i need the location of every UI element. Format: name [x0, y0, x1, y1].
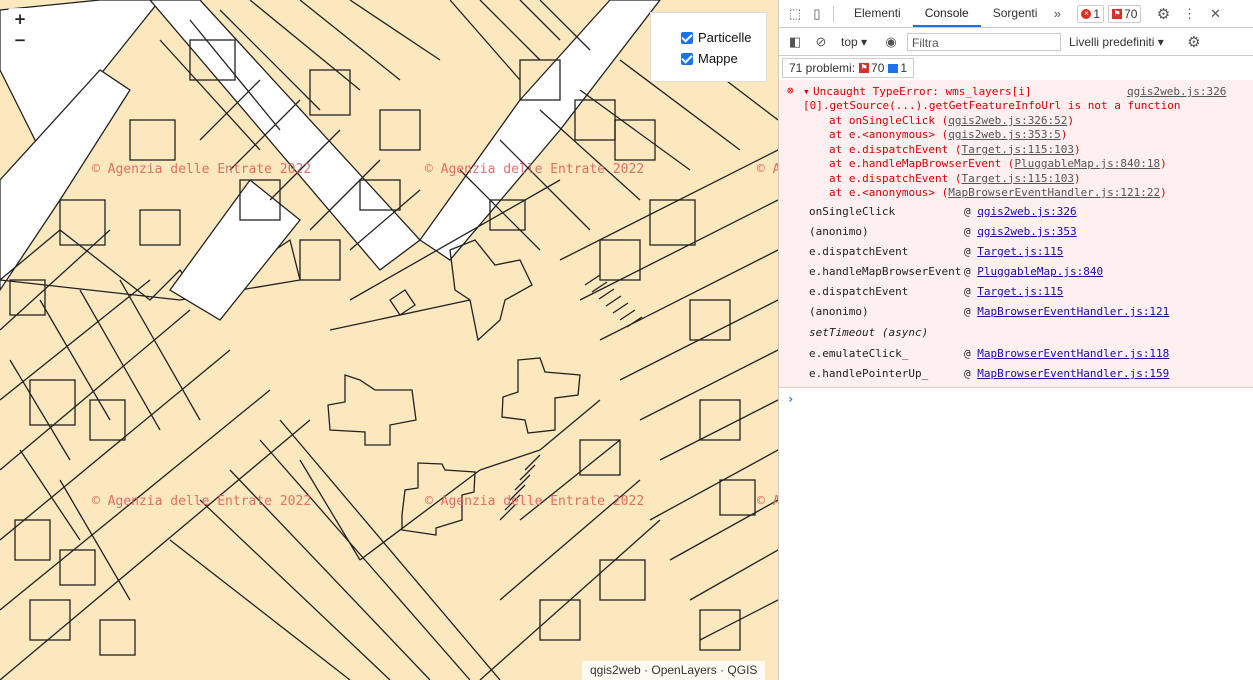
- watermark: © Agenzia delle Entrate 2022: [757, 494, 778, 509]
- stack-source-link[interactable]: @ qgis2web.js:326: [964, 205, 1077, 218]
- stack-function: e.dispatchEvent: [809, 245, 909, 258]
- console-settings-icon[interactable]: ⚙: [1186, 34, 1202, 51]
- stack-source-link[interactable]: @ MapBrowserEventHandler.js:159: [964, 367, 1169, 380]
- error-icon: ×: [1081, 8, 1092, 19]
- expand-arrow-icon[interactable]: ▾: [803, 85, 810, 98]
- stack-function: e.handleMapBrowserEvent: [809, 265, 962, 278]
- stack-trace-line: at e.handleMapBrowserEvent (PluggableMap…: [829, 157, 1167, 171]
- watermark: © Agenzia delle Entrate 2022: [425, 494, 645, 509]
- eye-icon[interactable]: ◉: [883, 34, 899, 50]
- stack-function: onSingleClick: [809, 205, 896, 218]
- stack-source-link[interactable]: @ qgis2web.js:353: [964, 225, 1077, 238]
- sidebar-toggle-icon[interactable]: ◧: [787, 34, 803, 50]
- map-attribution[interactable]: qgis2web · OpenLayers · QGIS: [582, 661, 766, 680]
- problems-button[interactable]: 71 problemi: ⚑ 70 1: [782, 58, 915, 78]
- zoom-control: + −: [8, 8, 32, 51]
- source-link[interactable]: MapBrowserEventHandler.js:121:22: [948, 186, 1160, 199]
- stack-function: e.dispatchEvent: [809, 285, 909, 298]
- checkbox-checked-icon[interactable]: [681, 31, 693, 44]
- error-message: [0].getSource(...).getGetFeatureInfoUrl …: [803, 99, 1181, 112]
- inspect-element-icon[interactable]: ⬚: [787, 6, 803, 22]
- flag-icon: ⚑: [1112, 8, 1123, 19]
- layer-label: Particelle: [698, 30, 752, 45]
- source-link[interactable]: Target.js:115:103: [961, 143, 1074, 156]
- problems-bar: 71 problemi: ⚑ 70 1: [779, 56, 1253, 81]
- source-link[interactable]: qgis2web.js:353:5: [948, 128, 1061, 141]
- stack-trace-line: at e.dispatchEvent (Target.js:115:103): [829, 171, 1081, 185]
- flag-icon: ⚑: [859, 63, 870, 73]
- source-link[interactable]: qgis2web.js:326:52: [948, 114, 1067, 127]
- stack-source-link[interactable]: @ PluggableMap.js:840: [964, 265, 1103, 278]
- clear-console-icon[interactable]: ⊘: [813, 34, 829, 50]
- error-source-link[interactable]: qgis2web.js:326: [1127, 85, 1226, 98]
- map-view[interactable]: © Agenzia delle Entrate 2022 © Agenzia d…: [0, 0, 778, 680]
- watermark: © Agenzia delle Entrate 2022: [757, 162, 778, 177]
- levels-dropdown[interactable]: Livelli predefiniti ▾: [1069, 35, 1164, 49]
- stack-trace-line: at e.<anonymous> (qgis2web.js:353:5): [829, 128, 1068, 142]
- tab-elements[interactable]: Elementi: [842, 0, 913, 27]
- road-upper-right: [419, 0, 661, 261]
- stack-function: (anonimo): [809, 225, 869, 238]
- tab-sources[interactable]: Sorgenti: [981, 0, 1050, 27]
- console-error-message: ⊗ ▾ Uncaught TypeError: wms_layers[i] qg…: [779, 80, 1253, 388]
- filter-input[interactable]: Filtra: [907, 32, 1062, 51]
- devtools-tabbar: ⬚ ▯ Elementi Console Sorgenti » × 1 ⚑ 70…: [779, 0, 1253, 28]
- info-icon: [888, 63, 899, 73]
- stack-function: e.emulateClick_: [809, 347, 909, 360]
- error-icon: ⊗: [787, 84, 794, 97]
- tab-console[interactable]: Console: [912, 0, 981, 27]
- stack-source-link[interactable]: @ MapBrowserEventHandler.js:118: [964, 347, 1169, 360]
- error-message: Uncaught TypeError: wms_layers[i]: [813, 85, 1032, 98]
- more-options-icon[interactable]: ⋮: [1181, 6, 1197, 22]
- device-toolbar-icon[interactable]: ▯: [809, 6, 825, 22]
- close-icon[interactable]: ✕: [1207, 6, 1223, 22]
- source-link[interactable]: PluggableMap.js:840:18: [1014, 157, 1160, 170]
- layer-toggle-mappe[interactable]: Mappe: [651, 48, 766, 69]
- context-selector[interactable]: top ▾: [841, 35, 867, 49]
- watermark: © Agenzia delle Entrate 2022: [92, 162, 312, 177]
- console-toolbar: ◧ ⊘ top ▾ ◉ Filtra Livelli predefiniti ▾…: [779, 28, 1253, 56]
- more-tabs-icon[interactable]: »: [1049, 6, 1065, 22]
- stack-function: setTimeout (async): [809, 326, 929, 339]
- stack-trace-line: at onSingleClick (qgis2web.js:326:52): [829, 114, 1075, 127]
- gear-icon[interactable]: ⚙: [1155, 6, 1171, 23]
- checkbox-checked-icon[interactable]: [681, 52, 693, 65]
- devtools-panel: ⬚ ▯ Elementi Console Sorgenti » × 1 ⚑ 70…: [778, 0, 1253, 680]
- cadastral-map: [0, 0, 778, 680]
- source-link[interactable]: Target.js:115:103: [961, 172, 1074, 185]
- layer-label: Mappe: [698, 51, 738, 66]
- layer-switcher: Particelle Mappe: [650, 12, 767, 82]
- stack-trace-line: at e.<anonymous> (MapBrowserEventHandler…: [829, 186, 1167, 199]
- stack-trace-line: at e.dispatchEvent (Target.js:115:103): [829, 142, 1081, 156]
- console-prompt[interactable]: ›: [787, 392, 794, 406]
- layer-toggle-particelle[interactable]: Particelle: [651, 27, 766, 48]
- watermark: © Agenzia delle Entrate 2022: [92, 494, 312, 509]
- stack-source-link[interactable]: @ MapBrowserEventHandler.js:121: [964, 305, 1169, 318]
- stack-source-link[interactable]: @ Target.js:115: [964, 245, 1063, 258]
- watermark: © Agenzia delle Entrate 2022: [425, 162, 645, 177]
- issue-count-badge[interactable]: ⚑ 70: [1108, 4, 1142, 23]
- zoom-in-button[interactable]: +: [9, 9, 31, 29]
- stack-function: (anonimo): [809, 305, 869, 318]
- error-count-badge[interactable]: × 1: [1077, 4, 1105, 23]
- stack-function: e.handlePointerUp_: [809, 367, 929, 380]
- stack-source-link[interactable]: @ Target.js:115: [964, 285, 1063, 298]
- zoom-out-button[interactable]: −: [9, 30, 31, 50]
